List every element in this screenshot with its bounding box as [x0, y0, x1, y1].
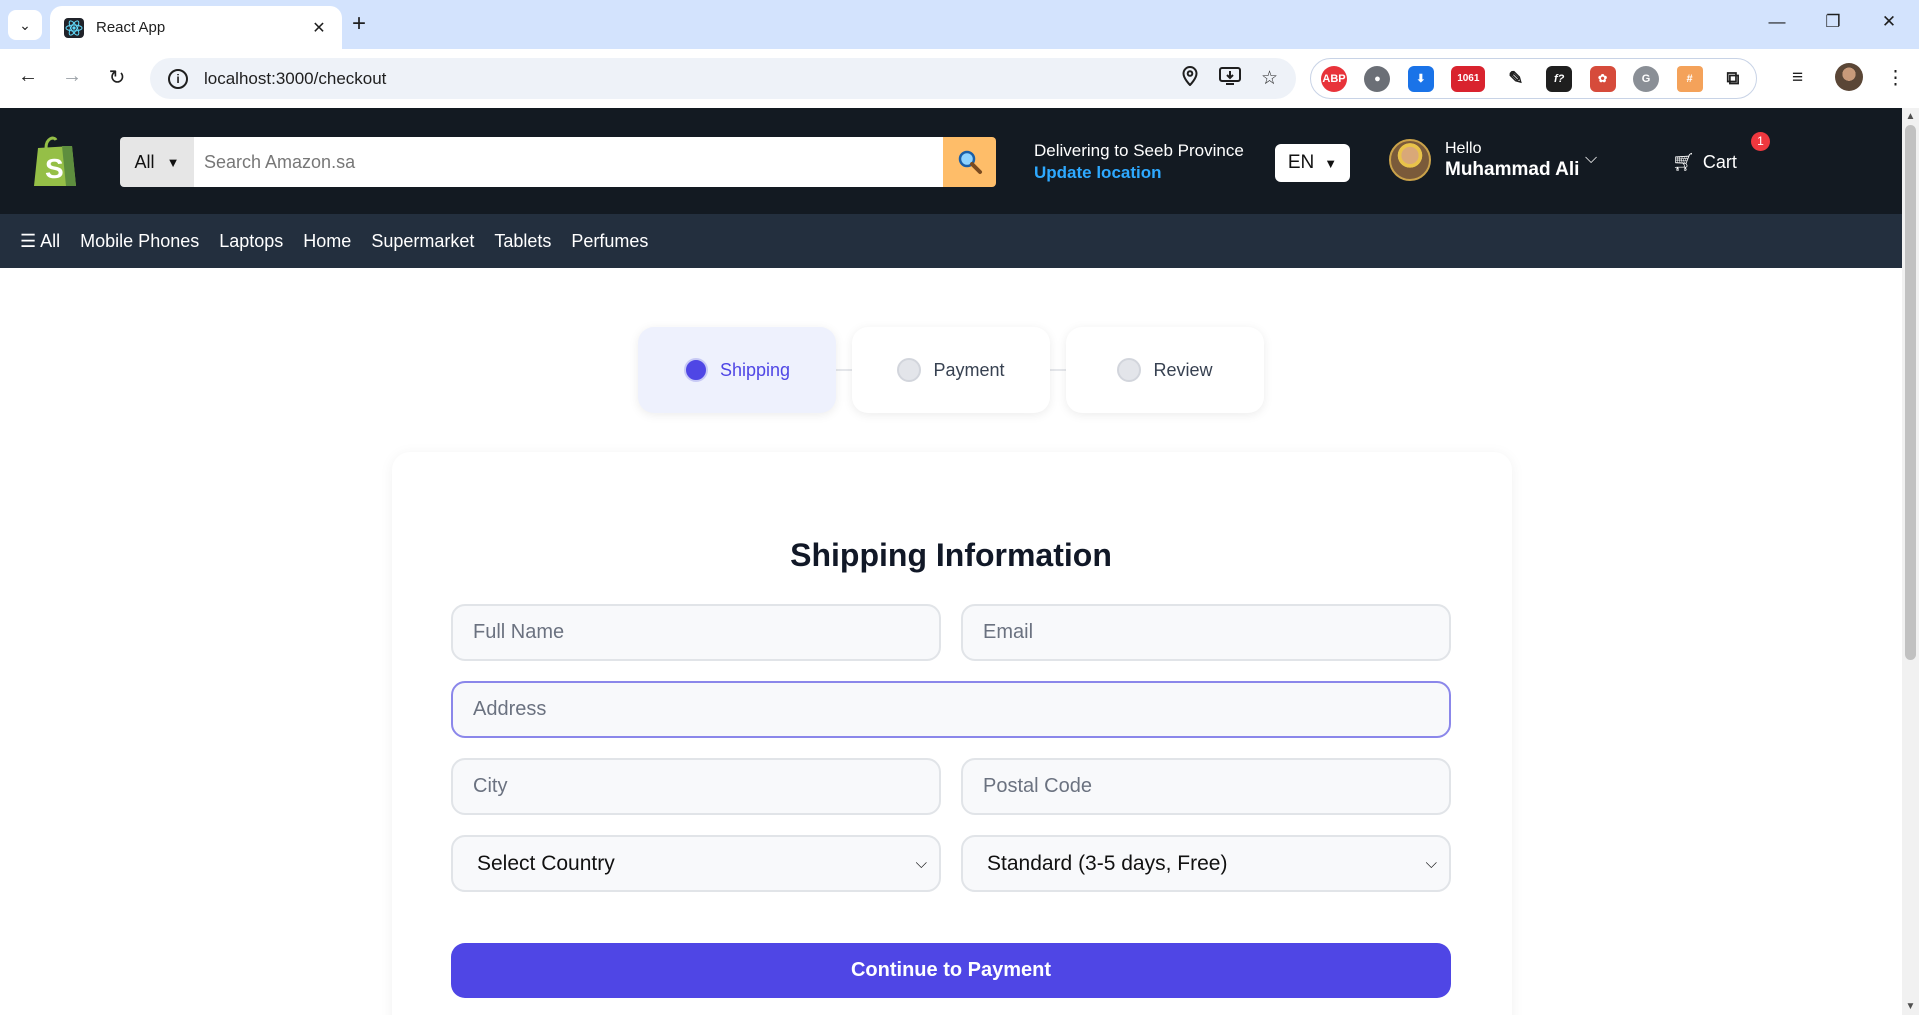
nav-item-perfumes[interactable]: Perfumes [571, 231, 648, 252]
language-select[interactable]: EN ▼ [1275, 144, 1350, 182]
greeting-text: Hello [1445, 140, 1482, 157]
email-field[interactable] [961, 604, 1451, 661]
update-location-link[interactable]: Update location [1034, 163, 1244, 183]
step-label: Shipping [719, 359, 791, 380]
step-label: Review [1153, 359, 1213, 380]
browser-profile-avatar[interactable] [1835, 63, 1863, 91]
address-field[interactable] [451, 681, 1451, 738]
circle-extension-icon[interactable]: ● [1364, 65, 1391, 92]
browser-tab-active[interactable]: React App ✕ [50, 6, 342, 49]
address-bar[interactable]: i localhost:3000/checkout ☆ [150, 58, 1296, 99]
eyedropper-icon[interactable]: ✎ [1503, 66, 1529, 92]
delivery-location[interactable]: Delivering to Seeb Province Update locat… [1034, 141, 1244, 183]
shipping-method-select[interactable]: Standard (3-5 days, Free) ⌵ [961, 835, 1451, 892]
kebab-menu-icon[interactable]: ⋮ [1886, 67, 1905, 90]
forward-arrow-icon[interactable]: → [59, 65, 85, 88]
step-payment[interactable]: Payment [852, 327, 1050, 413]
react-icon [64, 17, 84, 38]
back-arrow-icon[interactable]: ← [15, 65, 41, 88]
nav-item-supermarket[interactable]: Supermarket [371, 231, 474, 252]
scrollbar-thumb[interactable] [1905, 125, 1916, 660]
step-indicator-dot [683, 358, 708, 382]
browser-toolbar: ← → ↻ i localhost:3000/checkout ☆ ABP ● … [0, 49, 1919, 108]
close-icon[interactable]: ✕ [310, 18, 328, 38]
grid-extension-icon[interactable]: # [1676, 65, 1703, 92]
nav-item-all[interactable]: ☰ All [20, 231, 60, 252]
step-connector [1050, 369, 1066, 371]
tab-search-button[interactable]: ⌄ [8, 10, 42, 40]
full-name-field[interactable] [451, 604, 941, 661]
font-extension-icon[interactable]: f? [1546, 65, 1573, 92]
svg-text:S: S [45, 153, 64, 184]
adblock-icon[interactable]: ABP [1321, 65, 1347, 92]
city-field[interactable] [451, 758, 941, 815]
step-indicator-dot [1117, 358, 1142, 382]
cart-button[interactable]: 🛒︎ Cart [1672, 152, 1737, 173]
shipping-method-value: Standard (3-5 days, Free) [987, 851, 1228, 875]
user-avatar[interactable] [1389, 139, 1431, 181]
delivery-text: Delivering to Seeb Province [1034, 141, 1244, 160]
user-name: Muhammad Ali [1445, 159, 1580, 180]
country-select[interactable]: Select Country ⌵ [451, 835, 941, 892]
scroll-up-arrow-icon[interactable]: ▲ [1903, 111, 1918, 122]
form-title: Shipping Information [790, 537, 1112, 573]
media-control-icon[interactable]: ≡ [1792, 67, 1803, 89]
nav-item-tablets[interactable]: Tablets [494, 231, 551, 252]
search-button[interactable] [943, 137, 996, 187]
cart-count-badge: 1 [1751, 132, 1770, 151]
location-pin-icon[interactable] [1181, 65, 1199, 92]
chevron-down-icon: ▼ [1324, 155, 1338, 171]
calendar-badge-icon[interactable]: 1061 [1451, 65, 1486, 92]
shopify-bag-icon[interactable]: S [32, 134, 78, 188]
step-review[interactable]: Review [1066, 327, 1264, 413]
bookmark-star-icon[interactable]: ☆ [1261, 67, 1278, 90]
scroll-down-arrow-icon[interactable]: ▼ [1903, 1001, 1918, 1012]
chevron-down-icon[interactable]: ⌵ [1585, 150, 1597, 168]
search-category-label: All [134, 151, 155, 172]
restore-icon[interactable]: ❐ [1821, 12, 1845, 32]
puzzle-extensions-icon[interactable]: ⧉ [1720, 66, 1746, 92]
window-close-icon[interactable]: ✕ [1877, 12, 1901, 32]
chevron-down-icon: ⌄ [19, 16, 31, 33]
continue-to-payment-button[interactable]: Continue to Payment [451, 943, 1451, 998]
chevron-down-icon: ▼ [166, 154, 180, 170]
nav-item-mobile-phones[interactable]: Mobile Phones [80, 231, 199, 252]
minimize-icon[interactable]: — [1765, 12, 1789, 32]
reload-icon[interactable]: ↻ [104, 65, 130, 90]
category-nav: ☰ All Mobile Phones Laptops Home Superma… [0, 214, 1902, 268]
tab-title: React App [96, 19, 166, 36]
site-info-icon[interactable]: i [168, 68, 188, 89]
chevron-down-icon: ⌵ [1425, 855, 1437, 872]
postal-code-field[interactable] [961, 758, 1451, 815]
site-header: S All ▼ Delivering to Seeb Province Upda… [0, 108, 1902, 214]
search-input[interactable] [194, 137, 943, 187]
grammarly-icon[interactable]: G [1633, 65, 1660, 92]
search-category-select[interactable]: All ▼ [120, 137, 194, 187]
step-shipping[interactable]: Shipping [638, 327, 836, 413]
magnifier-icon [958, 150, 982, 174]
url-text[interactable]: localhost:3000/checkout [204, 69, 1161, 89]
search-bar: All ▼ [120, 137, 996, 187]
chevron-down-icon: ⌵ [915, 855, 927, 872]
install-app-icon[interactable] [1218, 66, 1241, 92]
nav-item-home[interactable]: Home [303, 231, 351, 252]
step-label: Payment [933, 359, 1005, 380]
cart-icon: 🛒︎ [1672, 152, 1695, 172]
step-connector [836, 369, 852, 371]
cart-label: Cart [1702, 152, 1737, 172]
country-select-value: Select Country [477, 851, 615, 875]
language-label: EN [1287, 152, 1315, 173]
step-indicator-dot [897, 358, 922, 382]
nav-item-laptops[interactable]: Laptops [219, 231, 283, 252]
extensions-area: ABP ● ⬇ 1061 ✎ f? ✿ G # ⧉ [1310, 58, 1757, 99]
download-extension-icon[interactable]: ⬇ [1407, 65, 1434, 92]
browser-tab-bar: ⌄ React App ✕ + — ❐ ✕ [0, 0, 1919, 49]
new-tab-plus-icon[interactable]: + [352, 12, 366, 36]
color-picker-extension-icon[interactable]: ✿ [1589, 65, 1616, 92]
account-menu[interactable]: Hello Muhammad Ali [1445, 140, 1579, 181]
